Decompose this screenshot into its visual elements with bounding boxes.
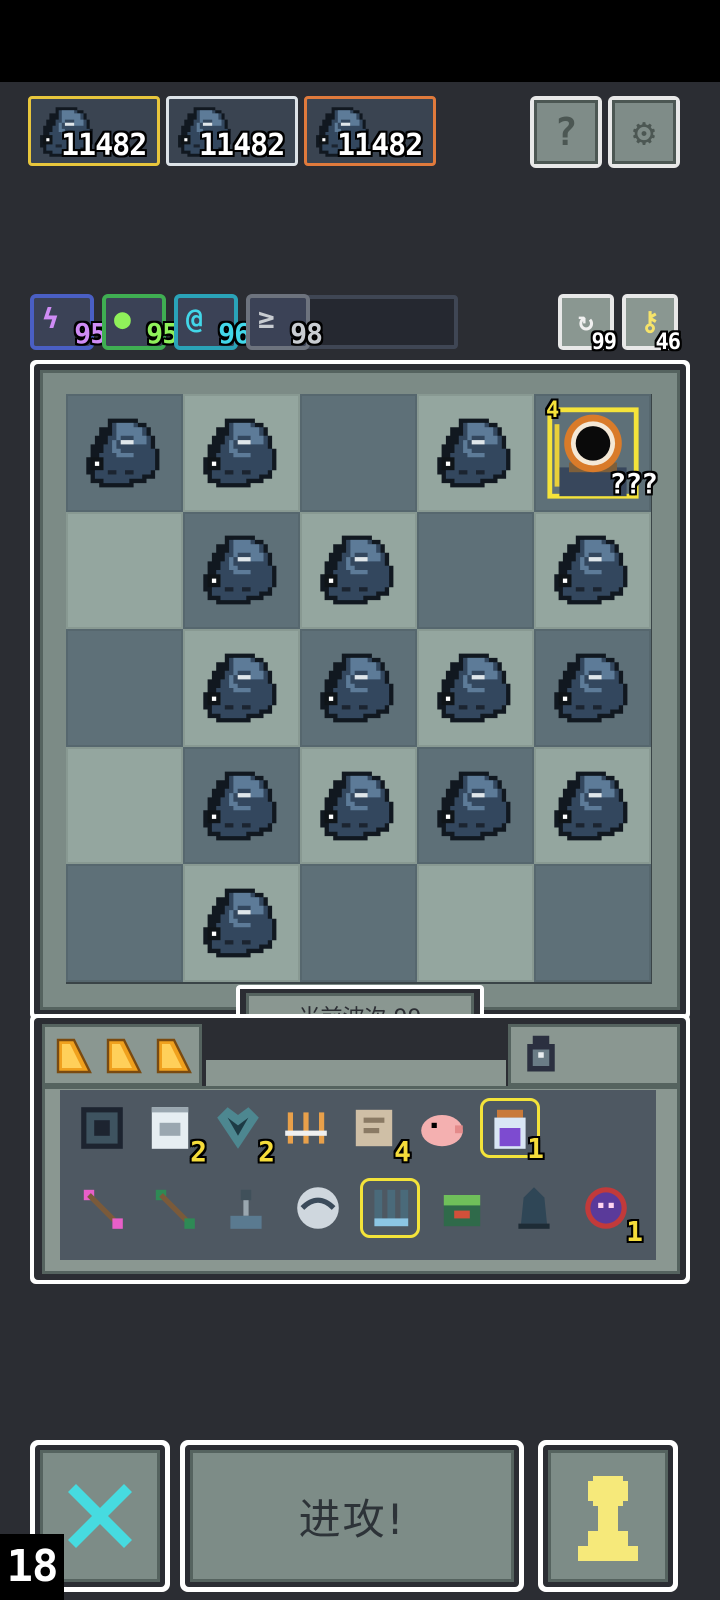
seal-monster-icon xyxy=(202,888,276,958)
help-button[interactable]: ? xyxy=(530,96,602,168)
seal-monster-icon xyxy=(553,653,627,723)
settings-button[interactable]: ⚙ xyxy=(608,96,680,168)
battle-grid: 4 ??? xyxy=(66,394,658,984)
resource-value: 46 xyxy=(655,330,681,355)
green-arrow-icon[interactable] xyxy=(144,1178,204,1238)
board-cell[interactable] xyxy=(534,864,651,982)
bell-icon[interactable] xyxy=(504,1178,564,1238)
cross-icon xyxy=(68,1484,132,1548)
seal-monster-icon xyxy=(202,418,276,488)
ice-claw-icon[interactable] xyxy=(360,1178,420,1238)
board-cell[interactable] xyxy=(417,864,534,982)
seal-monster-icon xyxy=(202,771,276,840)
board-cell[interactable] xyxy=(183,511,300,630)
crystal-heart-icon[interactable]: 2 xyxy=(208,1098,275,1166)
board-cell[interactable] xyxy=(300,864,417,982)
map-scroll-icon[interactable]: 4 xyxy=(344,1098,411,1166)
stat-value: 98 xyxy=(290,317,323,350)
seal-monster-icon xyxy=(436,771,510,840)
board-cell[interactable]: 4 ??? xyxy=(534,394,658,512)
attack-button[interactable]: 进攻! xyxy=(180,1440,524,1592)
item-count: 4 xyxy=(394,1135,411,1168)
board-cell[interactable] xyxy=(417,746,534,865)
stat-spiral: @ 96 xyxy=(174,294,251,350)
turn-counter: 18 xyxy=(0,1534,64,1600)
board-cell[interactable] xyxy=(534,746,651,865)
trap-claw-icon[interactable] xyxy=(276,1098,336,1158)
party-hp: 11482 xyxy=(61,128,147,163)
poison-icon: ● xyxy=(114,302,131,335)
seal-monster-icon xyxy=(85,418,159,488)
piggy-icon[interactable] xyxy=(412,1098,472,1158)
orb-icon[interactable] xyxy=(288,1178,348,1238)
beetle-icon xyxy=(527,1035,555,1072)
board-cell[interactable] xyxy=(183,629,300,747)
board-cell[interactable] xyxy=(66,511,183,630)
amber-gem-icon xyxy=(154,1036,194,1076)
pink-arrow-icon[interactable] xyxy=(72,1178,132,1238)
party-hp: 11482 xyxy=(337,128,423,163)
board-cell[interactable] xyxy=(183,864,300,982)
board-cell[interactable] xyxy=(300,511,417,630)
pawn-button[interactable] xyxy=(538,1440,678,1592)
seal-monster-icon xyxy=(202,653,276,723)
gear-icon: ⚙ xyxy=(612,100,676,164)
item-count: 2 xyxy=(190,1135,207,1168)
seal-monster-icon xyxy=(436,653,510,723)
amber-gem-icon xyxy=(104,1036,144,1076)
seal-monster-icon xyxy=(319,653,393,723)
board-cell[interactable] xyxy=(534,629,651,747)
pawn-icon xyxy=(578,1476,638,1561)
board-cell[interactable] xyxy=(300,746,417,865)
board-cell[interactable] xyxy=(417,629,534,747)
board-cell[interactable] xyxy=(183,394,300,512)
stat-lightning: ϟ 95 xyxy=(30,294,107,350)
seal-monster-icon xyxy=(553,535,627,605)
resource-value: 99 xyxy=(591,330,617,355)
resource-reroll[interactable]: ↻ 99 xyxy=(558,294,617,354)
seal-monster-icon xyxy=(202,535,276,605)
seal-monster-icon xyxy=(319,535,393,605)
lightning-icon: ϟ xyxy=(42,302,59,335)
resource-key[interactable]: ⚷ 46 xyxy=(622,294,681,354)
board-cell[interactable] xyxy=(417,511,534,630)
item-count: 2 xyxy=(258,1135,275,1168)
rune-block-icon[interactable] xyxy=(72,1098,132,1158)
board-cell[interactable] xyxy=(66,629,183,747)
spiral-icon: @ xyxy=(186,302,203,335)
boss-level: 4 xyxy=(546,398,559,423)
party-slot-1[interactable]: 11482 xyxy=(28,96,160,166)
amber-gem-icon xyxy=(54,1036,94,1076)
seal-monster-icon xyxy=(553,771,627,840)
board-cell[interactable] xyxy=(66,864,183,982)
board-cell[interactable] xyxy=(183,746,300,865)
question-icon: ? xyxy=(534,100,598,164)
party-slot-3[interactable]: 11482 xyxy=(304,96,436,166)
treasure-chest-icon[interactable] xyxy=(432,1178,492,1238)
board-cell[interactable] xyxy=(300,629,417,747)
boss-hp: ??? xyxy=(609,466,658,500)
party-hp: 11482 xyxy=(199,128,285,163)
attack-label: 进攻! xyxy=(298,1494,406,1544)
scroll-icon[interactable]: 2 xyxy=(140,1098,207,1166)
potion-jar-icon[interactable]: 1 xyxy=(480,1098,544,1163)
seal-monster-icon xyxy=(319,771,393,840)
item-count: 1 xyxy=(626,1215,643,1248)
joystick-icon[interactable] xyxy=(216,1178,276,1238)
status-bar xyxy=(0,0,720,82)
demon-orb-icon[interactable]: 1 xyxy=(576,1178,643,1246)
board-cell[interactable] xyxy=(66,394,183,512)
seal-monster-icon xyxy=(436,418,510,488)
wind-icon: ≥ xyxy=(258,302,275,335)
stat-wind: ≥ 98 xyxy=(246,294,323,350)
item-count: 1 xyxy=(527,1132,544,1165)
board-cell[interactable] xyxy=(300,394,417,512)
bag-tab[interactable] xyxy=(508,1024,680,1086)
board-cell[interactable] xyxy=(66,746,183,865)
board-cell[interactable] xyxy=(417,394,534,512)
party-slot-2[interactable]: 11482 xyxy=(166,96,298,166)
board-cell[interactable] xyxy=(534,511,651,630)
stat-poison: ● 95 xyxy=(102,294,179,350)
